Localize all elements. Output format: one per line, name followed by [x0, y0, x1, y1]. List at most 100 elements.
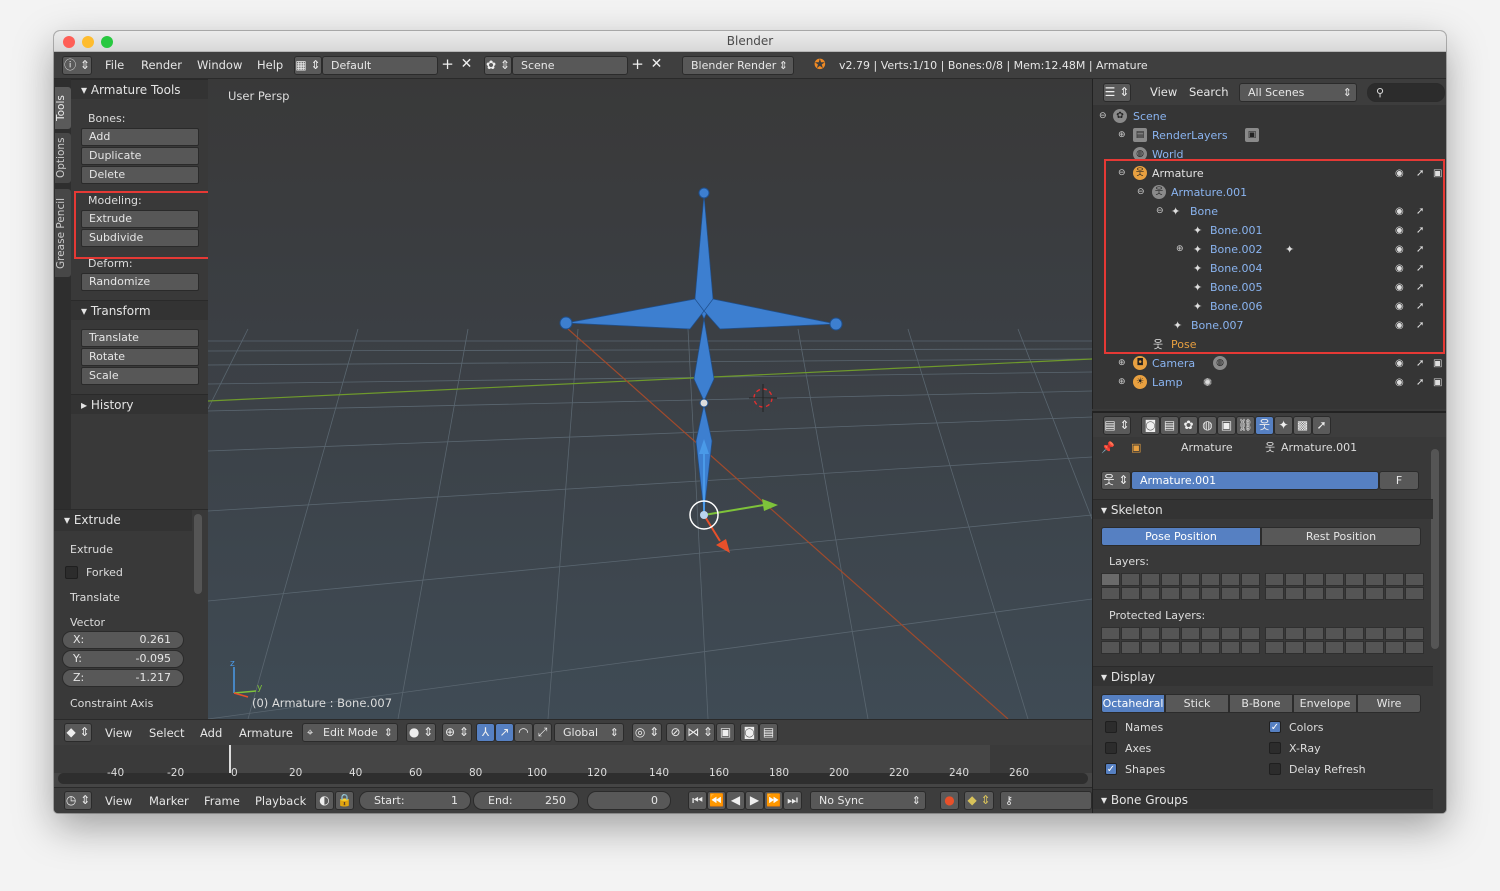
pose-position-button[interactable]: Pose Position [1101, 527, 1261, 546]
lock-range-icon[interactable]: 🔒 [335, 791, 354, 810]
panel-transform-header[interactable]: ▾ Transform [71, 300, 208, 320]
record-icon[interactable]: ● [940, 791, 959, 810]
render-tab-icon[interactable]: ◙ [1141, 416, 1160, 435]
editor-type-icon[interactable]: ◆ ⇕ [64, 723, 92, 742]
layout-field[interactable]: Default [322, 56, 438, 75]
render-layers-tab-icon[interactable]: ▤ [1160, 416, 1179, 435]
active-keying-set-field[interactable]: ⚷ [1000, 791, 1092, 810]
menu-render[interactable]: Render [141, 52, 182, 79]
3d-cursor-icon[interactable] [749, 384, 777, 412]
collapse-icon[interactable]: ⊖ [1099, 107, 1107, 126]
add-scene-icon[interactable]: + [628, 56, 647, 75]
delay-refresh-checkbox[interactable] [1269, 763, 1281, 775]
bone-joint-middle[interactable] [699, 398, 709, 408]
display-octahedral-button[interactable]: Octahedral [1101, 694, 1165, 713]
start-frame-field[interactable]: Start: 1 [359, 791, 471, 810]
render-anim-icon[interactable]: ▤ [759, 723, 778, 742]
constraints-tab-icon[interactable]: ⛓ [1236, 416, 1255, 435]
jump-start-icon[interactable]: ⏮ [688, 791, 707, 810]
menu-help[interactable]: Help [257, 52, 283, 79]
display-bbone-button[interactable]: B-Bone [1229, 694, 1293, 713]
selectability-pointer-icon[interactable]: ➚ [1416, 373, 1424, 392]
rest-position-button[interactable]: Rest Position [1261, 527, 1421, 546]
screen-layout-icon[interactable]: ▦ ⇕ [294, 56, 322, 75]
outliner-menu-view[interactable]: View [1150, 79, 1177, 105]
outliner-editor-type-icon[interactable]: ☰ ⇕ [1103, 83, 1131, 102]
keying-set-icon[interactable]: ◆ ⇕ [964, 791, 994, 810]
pin-icon[interactable]: 📌 [1101, 441, 1115, 454]
bone-left[interactable] [565, 298, 705, 330]
current-frame-field[interactable]: 0 [587, 791, 671, 810]
end-frame-field[interactable]: End: 250 [473, 791, 579, 810]
render-engine-select[interactable]: Blender Render ⇕ [682, 56, 794, 75]
visibility-eye-icon[interactable]: ◉ [1395, 373, 1404, 392]
object-tab-icon[interactable]: ▣ [1217, 416, 1236, 435]
bone-duplicate-button[interactable]: Duplicate [81, 147, 199, 165]
scene-field[interactable]: Scene [512, 56, 628, 75]
timeline-scrollbar[interactable] [58, 773, 1088, 784]
bone-joint-left[interactable] [559, 316, 573, 330]
render-still-icon[interactable]: ◙ [740, 723, 759, 742]
bone-joint-right[interactable] [829, 317, 843, 331]
datablock-browse-icon[interactable]: 웃 ⇕ [1101, 471, 1131, 490]
tab-options[interactable]: Options [55, 133, 71, 183]
preview-range-icon[interactable]: ◐ [315, 791, 334, 810]
bone-right[interactable] [703, 298, 837, 330]
properties-editor-type-icon[interactable]: ▤ ⇕ [1103, 416, 1131, 435]
translate-manipulator-icon[interactable]: ↗ [495, 723, 514, 742]
translate-button[interactable]: Translate [81, 329, 199, 347]
outliner-row-scene[interactable]: ⊖ ✿ Scene [1093, 107, 1446, 126]
physics-tab-icon[interactable]: ➚ [1312, 416, 1331, 435]
remove-layout-icon[interactable]: ✕ [457, 56, 476, 75]
randomize-button[interactable]: Randomize [81, 273, 199, 291]
names-checkbox[interactable] [1105, 721, 1117, 733]
vp-menu-view[interactable]: View [105, 720, 132, 746]
jump-key-forward-icon[interactable]: ⏩ [764, 791, 783, 810]
scale-button[interactable]: Scale [81, 367, 199, 385]
jump-key-back-icon[interactable]: ⏪ [707, 791, 726, 810]
panel-armature-tools-header[interactable]: ▾ Armature Tools [71, 79, 208, 99]
snap-toggle-icon[interactable]: ⊘ [666, 723, 685, 742]
vp-menu-select[interactable]: Select [149, 720, 184, 746]
outliner-row-lamp[interactable]: ⊕ ☀ Lamp ✺ ◉ ➚ ▣ [1093, 373, 1446, 392]
scene-tab-icon[interactable]: ✿ [1179, 416, 1198, 435]
operator-header[interactable]: ▾ Extrude [54, 510, 192, 531]
play-icon[interactable]: ▶ [745, 791, 764, 810]
transform-gizmo[interactable] [689, 439, 778, 553]
render-camera-icon[interactable]: ▣ [1433, 373, 1442, 392]
forked-checkbox[interactable] [65, 566, 78, 579]
vector-x-field[interactable]: X: 0.261 [62, 631, 184, 649]
info-editor-type-icon[interactable]: ⓘ ⇕ [62, 56, 92, 75]
render-camera-icon[interactable]: ▣ [1433, 354, 1442, 373]
vp-menu-armature[interactable]: Armature [239, 720, 293, 746]
visibility-eye-icon[interactable]: ◉ [1395, 354, 1404, 373]
shading-icon[interactable]: ● ⇕ [406, 723, 436, 742]
outliner-row-camera[interactable]: ⊕ ◘ Camera ◍ ◉ ➚ ▣ [1093, 354, 1446, 373]
armature-data-tab-icon[interactable]: 웃 [1255, 416, 1274, 435]
selectability-pointer-icon[interactable]: ➚ [1416, 354, 1424, 373]
orientation-select[interactable]: Global ⇕ [554, 723, 624, 742]
xray-checkbox[interactable] [1269, 742, 1281, 754]
timeline-area[interactable]: -40 -20 0 20 40 60 80 100 120 140 160 18… [54, 745, 1092, 787]
bone-tab-icon[interactable]: ✦ [1274, 416, 1293, 435]
operator-scrollbar[interactable] [194, 514, 202, 594]
pivot-icon[interactable]: ⊕ ⇕ [442, 723, 472, 742]
tl-menu-playback[interactable]: Playback [255, 788, 306, 813]
rotate-manipulator-icon[interactable]: ◠ [514, 723, 533, 742]
snap-element-icon[interactable]: ⋈ ⇕ [685, 723, 715, 742]
remove-scene-icon[interactable]: ✕ [647, 56, 666, 75]
expand-icon[interactable]: ⊕ [1118, 373, 1126, 392]
properties-scrollbar[interactable] [1431, 449, 1439, 649]
expand-icon[interactable]: ⊕ [1118, 126, 1126, 145]
bone-lower[interactable] [693, 318, 715, 402]
outliner-row-renderlayers[interactable]: ⊕ ▤ RenderLayers ▣ [1093, 126, 1446, 145]
zoom-window-button[interactable] [101, 36, 113, 48]
panel-display-header[interactable]: ▾ Display [1093, 666, 1433, 686]
vector-y-field[interactable]: Y: -0.095 [62, 650, 184, 668]
datablock-name-field[interactable]: Armature.001 [1131, 471, 1379, 490]
bone-joint-top[interactable] [698, 187, 710, 199]
display-envelope-button[interactable]: Envelope [1293, 694, 1357, 713]
display-wire-button[interactable]: Wire [1357, 694, 1421, 713]
panel-skeleton-header[interactable]: ▾ Skeleton [1093, 499, 1433, 519]
add-layout-icon[interactable]: + [438, 56, 457, 75]
